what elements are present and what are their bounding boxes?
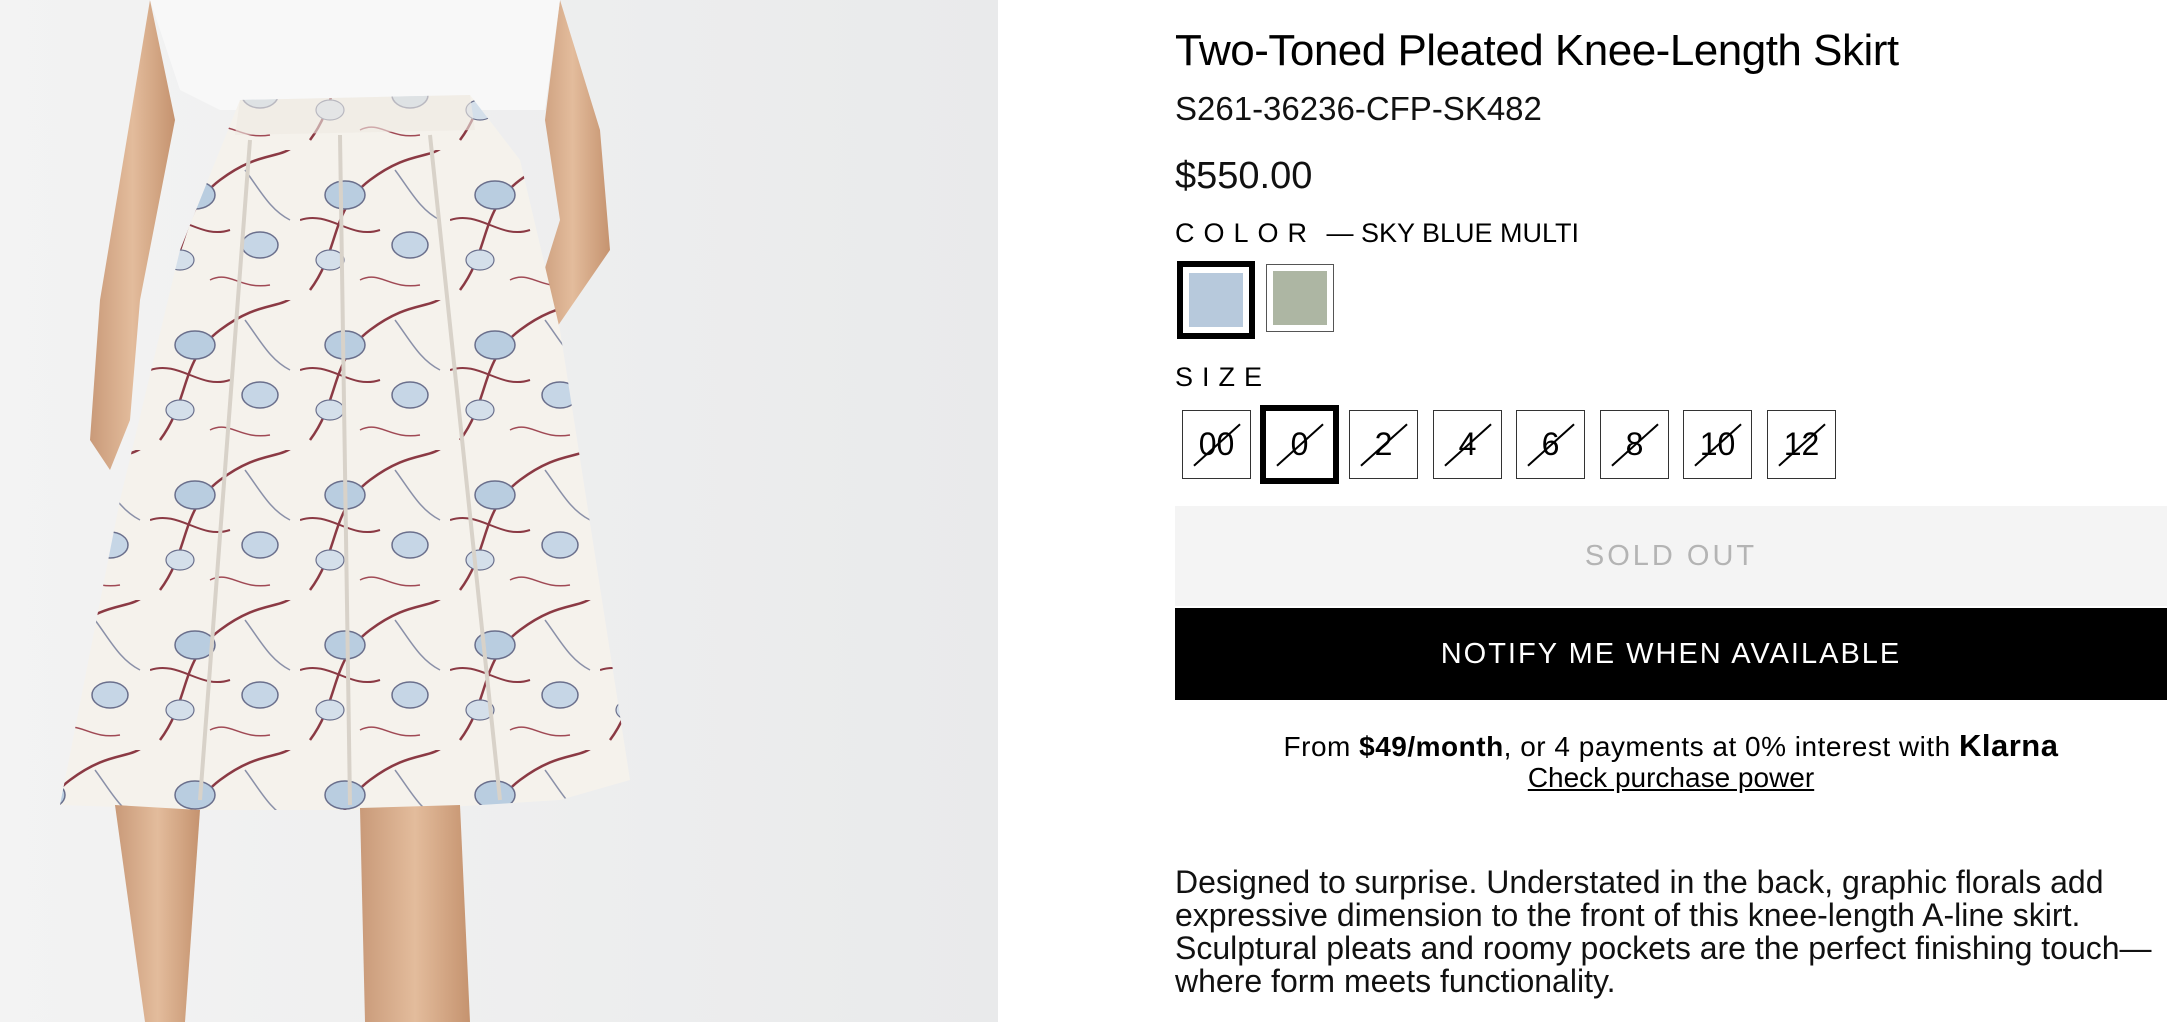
financing-message: From $49/month, or 4 payments at 0% inte… — [1175, 728, 2167, 764]
check-purchase-power-link[interactable]: Check purchase power — [1175, 762, 2167, 794]
size-label: SIZE — [1175, 362, 1272, 392]
product-sku: S261-36236-CFP-SK482 — [1175, 90, 1542, 127]
size-option-8[interactable]: 8 — [1600, 410, 1669, 479]
size-option-00[interactable]: 00 — [1182, 410, 1251, 479]
size-option-0[interactable]: 0 — [1260, 405, 1339, 484]
size-option-6[interactable]: 6 — [1516, 410, 1585, 479]
size-option-2[interactable]: 2 — [1349, 410, 1418, 479]
sold-out-button[interactable]: SOLD OUT — [1175, 506, 2167, 606]
financing-amount: $49/month — [1359, 731, 1504, 762]
klarna-logo: Klarna — [1958, 728, 2059, 763]
product-description: Designed to surprise. Understated in the… — [1175, 864, 2152, 999]
size-option-10[interactable]: 10 — [1683, 410, 1752, 479]
product-photo-illustration — [0, 0, 998, 1022]
color-swatch-sage[interactable] — [1266, 264, 1334, 332]
color-label: COLOR — [1175, 218, 1317, 248]
size-option-12[interactable]: 12 — [1767, 410, 1836, 479]
color-heading: COLOR — SKY BLUE MULTI — [1175, 218, 1579, 249]
size-option-4[interactable]: 4 — [1433, 410, 1502, 479]
financing-middle: , or 4 payments at 0% interest with — [1503, 731, 1959, 762]
selected-color-name: — SKY BLUE MULTI — [1326, 218, 1580, 248]
product-price: $550.00 — [1175, 155, 1313, 197]
swatch-fill — [1189, 273, 1243, 327]
product-title: Two-Toned Pleated Knee-Length Skirt — [1175, 26, 1899, 75]
product-image[interactable] — [0, 0, 998, 1022]
color-swatch-sky-blue[interactable] — [1177, 261, 1255, 339]
notify-me-button[interactable]: NOTIFY ME WHEN AVAILABLE — [1175, 608, 2167, 700]
swatch-fill — [1273, 271, 1327, 325]
financing-prefix: From — [1283, 731, 1360, 762]
